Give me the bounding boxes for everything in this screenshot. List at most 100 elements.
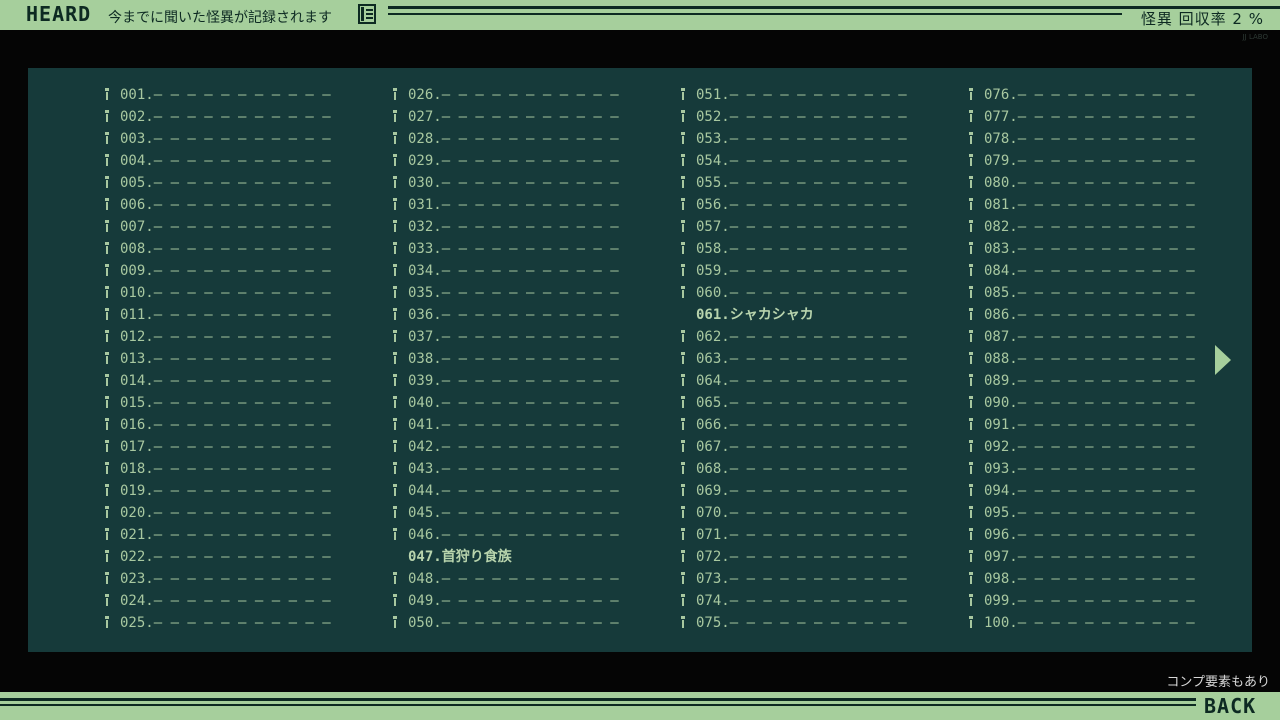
record-entry-locked[interactable]: 081.– – – – – – – – – – – xyxy=(969,194,1195,216)
record-entry-locked[interactable]: 076.– – – – – – – – – – – xyxy=(969,84,1195,106)
record-entry-locked[interactable]: 025.– – – – – – – – – – – xyxy=(105,612,331,634)
record-entry-locked[interactable]: 037.– – – – – – – – – – – xyxy=(393,326,619,348)
record-entry-locked[interactable]: 007.– – – – – – – – – – – xyxy=(105,216,331,238)
record-entry-locked[interactable]: 078.– – – – – – – – – – – xyxy=(969,128,1195,150)
record-entry-locked[interactable]: 079.– – – – – – – – – – – xyxy=(969,150,1195,172)
record-entry-locked[interactable]: 091.– – – – – – – – – – – xyxy=(969,414,1195,436)
record-entry-locked[interactable]: 024.– – – – – – – – – – – xyxy=(105,590,331,612)
record-entry-locked[interactable]: 009.– – – – – – – – – – – xyxy=(105,260,331,282)
record-entry-locked[interactable]: 097.– – – – – – – – – – – xyxy=(969,546,1195,568)
record-entry-locked[interactable]: 082.– – – – – – – – – – – xyxy=(969,216,1195,238)
record-entry-locked[interactable]: 098.– – – – – – – – – – – xyxy=(969,568,1195,590)
record-entry-locked[interactable]: 092.– – – – – – – – – – – xyxy=(969,436,1195,458)
record-entry-locked[interactable]: 032.– – – – – – – – – – – xyxy=(393,216,619,238)
record-entry-locked[interactable]: 002.– – – – – – – – – – – xyxy=(105,106,331,128)
record-entry-locked[interactable]: 051.– – – – – – – – – – – xyxy=(681,84,907,106)
record-entry-locked[interactable]: 015.– – – – – – – – – – – xyxy=(105,392,331,414)
record-entry-locked[interactable]: 010.– – – – – – – – – – – xyxy=(105,282,331,304)
record-entry-locked[interactable]: 022.– – – – – – – – – – – xyxy=(105,546,331,568)
record-entry-locked[interactable]: 029.– – – – – – – – – – – xyxy=(393,150,619,172)
record-entry-locked[interactable]: 019.– – – – – – – – – – – xyxy=(105,480,331,502)
record-entry-locked[interactable]: 016.– – – – – – – – – – – xyxy=(105,414,331,436)
record-entry-locked[interactable]: 044.– – – – – – – – – – – xyxy=(393,480,619,502)
record-entry-locked[interactable]: 066.– – – – – – – – – – – xyxy=(681,414,907,436)
record-entry-locked[interactable]: 046.– – – – – – – – – – – xyxy=(393,524,619,546)
record-entry-locked[interactable]: 028.– – – – – – – – – – – xyxy=(393,128,619,150)
record-entry-locked[interactable]: 018.– – – – – – – – – – – xyxy=(105,458,331,480)
record-entry-locked[interactable]: 096.– – – – – – – – – – – xyxy=(969,524,1195,546)
record-entry-locked[interactable]: 064.– – – – – – – – – – – xyxy=(681,370,907,392)
record-entry-locked[interactable]: 048.– – – – – – – – – – – xyxy=(393,568,619,590)
record-entry-locked[interactable]: 043.– – – – – – – – – – – xyxy=(393,458,619,480)
record-entry-locked[interactable]: 039.– – – – – – – – – – – xyxy=(393,370,619,392)
record-entry-locked[interactable]: 069.– – – – – – – – – – – xyxy=(681,480,907,502)
record-entry-locked[interactable]: 042.– – – – – – – – – – – xyxy=(393,436,619,458)
record-entry-locked[interactable]: 067.– – – – – – – – – – – xyxy=(681,436,907,458)
record-entry-locked[interactable]: 095.– – – – – – – – – – – xyxy=(969,502,1195,524)
record-entry-locked[interactable]: 062.– – – – – – – – – – – xyxy=(681,326,907,348)
record-entry-locked[interactable]: 087.– – – – – – – – – – – xyxy=(969,326,1195,348)
record-entry-locked[interactable]: 056.– – – – – – – – – – – xyxy=(681,194,907,216)
record-entry-locked[interactable]: 089.– – – – – – – – – – – xyxy=(969,370,1195,392)
record-entry-locked[interactable]: 020.– – – – – – – – – – – xyxy=(105,502,331,524)
record-entry-locked[interactable]: 011.– – – – – – – – – – – xyxy=(105,304,331,326)
record-entry-locked[interactable]: 050.– – – – – – – – – – – xyxy=(393,612,619,634)
record-entry-locked[interactable]: 021.– – – – – – – – – – – xyxy=(105,524,331,546)
record-entry-locked[interactable]: 077.– – – – – – – – – – – xyxy=(969,106,1195,128)
record-entry-locked[interactable]: 094.– – – – – – – – – – – xyxy=(969,480,1195,502)
record-entry-locked[interactable]: 100.– – – – – – – – – – – xyxy=(969,612,1195,634)
record-entry-locked[interactable]: 093.– – – – – – – – – – – xyxy=(969,458,1195,480)
record-entry-unlocked[interactable]: 061.シャカシャカ xyxy=(696,304,907,326)
record-entry-locked[interactable]: 057.– – – – – – – – – – – xyxy=(681,216,907,238)
record-entry-locked[interactable]: 052.– – – – – – – – – – – xyxy=(681,106,907,128)
record-entry-unlocked[interactable]: 047.首狩り食族 xyxy=(408,546,619,568)
record-entry-locked[interactable]: 049.– – – – – – – – – – – xyxy=(393,590,619,612)
record-entry-locked[interactable]: 088.– – – – – – – – – – – xyxy=(969,348,1195,370)
record-entry-locked[interactable]: 086.– – – – – – – – – – – xyxy=(969,304,1195,326)
record-entry-locked[interactable]: 035.– – – – – – – – – – – xyxy=(393,282,619,304)
record-entry-locked[interactable]: 090.– – – – – – – – – – – xyxy=(969,392,1195,414)
record-entry-locked[interactable]: 026.– – – – – – – – – – – xyxy=(393,84,619,106)
record-entry-locked[interactable]: 012.– – – – – – – – – – – xyxy=(105,326,331,348)
record-entry-locked[interactable]: 099.– – – – – – – – – – – xyxy=(969,590,1195,612)
record-entry-locked[interactable]: 001.– – – – – – – – – – – xyxy=(105,84,331,106)
record-entry-locked[interactable]: 004.– – – – – – – – – – – xyxy=(105,150,331,172)
record-entry-locked[interactable]: 017.– – – – – – – – – – – xyxy=(105,436,331,458)
record-entry-locked[interactable]: 072.– – – – – – – – – – – xyxy=(681,546,907,568)
back-button[interactable]: BACK xyxy=(1204,694,1256,718)
record-entry-locked[interactable]: 060.– – – – – – – – – – – xyxy=(681,282,907,304)
record-entry-locked[interactable]: 059.– – – – – – – – – – – xyxy=(681,260,907,282)
record-entry-locked[interactable]: 071.– – – – – – – – – – – xyxy=(681,524,907,546)
record-entry-locked[interactable]: 063.– – – – – – – – – – – xyxy=(681,348,907,370)
record-entry-locked[interactable]: 065.– – – – – – – – – – – xyxy=(681,392,907,414)
record-entry-locked[interactable]: 054.– – – – – – – – – – – xyxy=(681,150,907,172)
record-entry-locked[interactable]: 040.– – – – – – – – – – – xyxy=(393,392,619,414)
record-entry-locked[interactable]: 041.– – – – – – – – – – – xyxy=(393,414,619,436)
record-entry-locked[interactable]: 055.– – – – – – – – – – – xyxy=(681,172,907,194)
record-entry-locked[interactable]: 068.– – – – – – – – – – – xyxy=(681,458,907,480)
record-entry-locked[interactable]: 034.– – – – – – – – – – – xyxy=(393,260,619,282)
record-entry-locked[interactable]: 013.– – – – – – – – – – – xyxy=(105,348,331,370)
record-entry-locked[interactable]: 006.– – – – – – – – – – – xyxy=(105,194,331,216)
record-entry-locked[interactable]: 023.– – – – – – – – – – – xyxy=(105,568,331,590)
record-entry-locked[interactable]: 027.– – – – – – – – – – – xyxy=(393,106,619,128)
record-entry-locked[interactable]: 070.– – – – – – – – – – – xyxy=(681,502,907,524)
record-entry-locked[interactable]: 003.– – – – – – – – – – – xyxy=(105,128,331,150)
next-page-arrow-icon[interactable] xyxy=(1214,344,1232,376)
record-entry-locked[interactable]: 085.– – – – – – – – – – – xyxy=(969,282,1195,304)
record-entry-locked[interactable]: 031.– – – – – – – – – – – xyxy=(393,194,619,216)
record-entry-locked[interactable]: 030.– – – – – – – – – – – xyxy=(393,172,619,194)
record-entry-locked[interactable]: 083.– – – – – – – – – – – xyxy=(969,238,1195,260)
record-entry-locked[interactable]: 053.– – – – – – – – – – – xyxy=(681,128,907,150)
record-entry-locked[interactable]: 008.– – – – – – – – – – – xyxy=(105,238,331,260)
record-entry-locked[interactable]: 058.– – – – – – – – – – – xyxy=(681,238,907,260)
record-entry-locked[interactable]: 080.– – – – – – – – – – – xyxy=(969,172,1195,194)
record-entry-locked[interactable]: 075.– – – – – – – – – – – xyxy=(681,612,907,634)
record-entry-locked[interactable]: 038.– – – – – – – – – – – xyxy=(393,348,619,370)
record-entry-locked[interactable]: 074.– – – – – – – – – – – xyxy=(681,590,907,612)
record-entry-locked[interactable]: 033.– – – – – – – – – – – xyxy=(393,238,619,260)
record-entry-locked[interactable]: 084.– – – – – – – – – – – xyxy=(969,260,1195,282)
record-entry-locked[interactable]: 045.– – – – – – – – – – – xyxy=(393,502,619,524)
record-entry-locked[interactable]: 073.– – – – – – – – – – – xyxy=(681,568,907,590)
record-entry-locked[interactable]: 036.– – – – – – – – – – – xyxy=(393,304,619,326)
